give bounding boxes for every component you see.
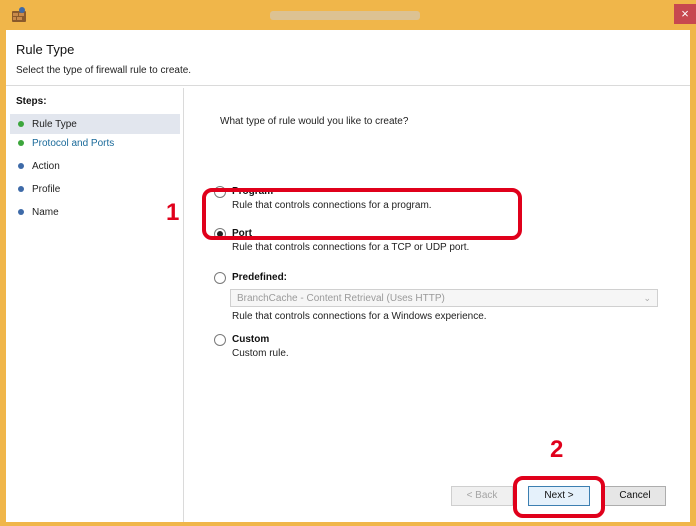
step-name[interactable]: Name xyxy=(10,202,180,222)
next-button-highlight xyxy=(513,476,605,518)
callout-2: 2 xyxy=(550,436,564,463)
radio-custom[interactable] xyxy=(214,334,226,346)
step-protocol-and-ports[interactable]: Protocol and Ports xyxy=(10,133,180,153)
step-profile[interactable]: Profile xyxy=(10,179,180,199)
option-title: Custom xyxy=(232,334,270,345)
step-label: Action xyxy=(32,160,60,172)
steps-pane: Steps: Rule Type Protocol and Ports Acti… xyxy=(6,88,184,522)
predefined-rule-select[interactable]: BranchCache - Content Retrieval (Uses HT… xyxy=(230,289,658,307)
option-description: Rule that controls connections for a TCP… xyxy=(232,242,470,253)
predefined-description: Rule that controls connections for a Win… xyxy=(232,311,487,322)
step-pending-bullet-icon xyxy=(18,209,24,215)
wizard-header: Rule Type Select the type of firewall ru… xyxy=(6,30,690,86)
radio-predefined[interactable] xyxy=(214,272,226,284)
back-button[interactable]: < Back xyxy=(451,486,513,506)
steps-title: Steps: xyxy=(16,96,47,107)
step-complete-bullet-icon xyxy=(18,121,24,127)
title-bar[interactable]: × xyxy=(0,0,696,30)
step-pending-bullet-icon xyxy=(18,186,24,192)
close-button[interactable]: × xyxy=(674,4,696,24)
port-option-highlight xyxy=(202,188,522,240)
cancel-button[interactable]: Cancel xyxy=(604,486,666,506)
predefined-rule-value: BranchCache - Content Retrieval (Uses HT… xyxy=(237,293,445,304)
callout-1: 1 xyxy=(166,199,180,226)
rule-type-content: What type of rule would you like to crea… xyxy=(186,88,690,522)
step-label: Rule Type xyxy=(32,118,77,130)
option-title: Predefined: xyxy=(232,272,288,283)
option-description: Custom rule. xyxy=(232,348,289,359)
step-label: Protocol and Ports xyxy=(32,137,115,149)
step-label: Name xyxy=(32,206,59,218)
window-title-blurred xyxy=(270,11,420,20)
chevron-down-icon: ⌄ xyxy=(643,293,651,303)
page-subtitle: Select the type of firewall rule to crea… xyxy=(16,65,192,76)
step-rule-type[interactable]: Rule Type xyxy=(10,114,180,134)
step-pending-bullet-icon xyxy=(18,163,24,169)
step-label: Profile xyxy=(32,183,61,195)
wizard-client-area: Rule Type Select the type of firewall ru… xyxy=(6,30,690,522)
page-title: Rule Type xyxy=(16,42,75,57)
rule-type-question: What type of rule would you like to crea… xyxy=(220,116,409,127)
firewall-wizard-icon xyxy=(12,7,26,22)
step-complete-bullet-icon xyxy=(18,140,24,146)
step-action[interactable]: Action xyxy=(10,156,180,176)
wizard-window: × Rule Type Select the type of firewall … xyxy=(0,0,696,526)
